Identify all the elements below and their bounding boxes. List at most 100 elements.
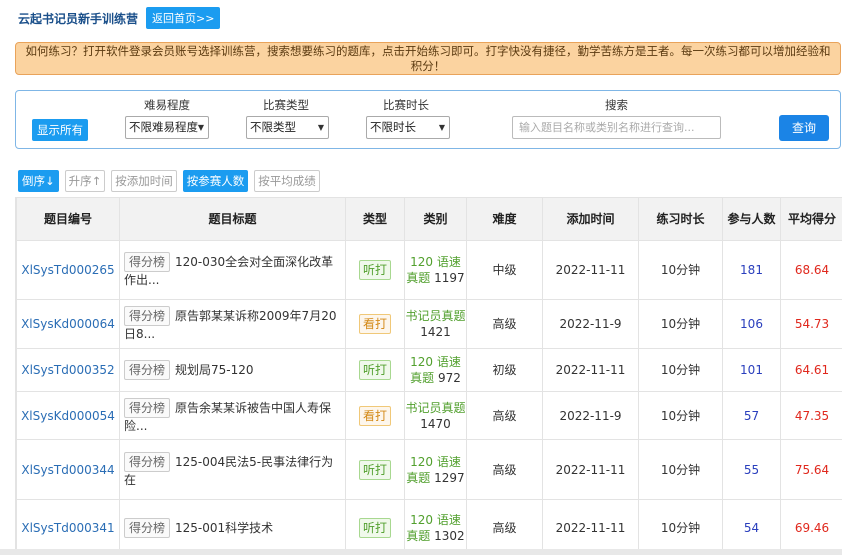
table-row: XlSysTd000341 得分榜 125-001科学技术 听打 120 语速真题 13… [16,499,842,550]
exercise-code-link[interactable]: XlSysTd000265 [16,240,120,300]
header-type: 类型 [345,197,405,241]
duration-cell: 10分钟 [638,391,723,440]
chevron-down-icon: ▼ [438,123,445,132]
leaderboard-button[interactable]: 得分榜 [124,451,171,472]
leaderboard-button[interactable]: 得分榜 [124,397,171,418]
added-time-cell: 2022-11-9 [542,299,639,349]
difficulty-cell: 中级 [466,240,543,300]
sort-asc-button[interactable]: 升序↑ [64,170,106,192]
category-count: 1470 [420,416,451,431]
category-cell: 120 语速真题 1297 [404,439,467,500]
leaderboard-button[interactable]: 得分榜 [124,306,171,326]
difficulty-cell: 高级 [466,299,543,349]
duration-select[interactable]: 不限时长 ▼ [366,116,450,139]
duration-cell: 10分钟 [638,439,723,500]
category-name: 书记员真题 [405,309,466,323]
type-cell: 看打 [345,299,405,349]
type-cell: 听打 [345,439,405,500]
avg-score-cell: 68.64 [780,240,842,300]
horizontal-scrollbar[interactable] [0,549,842,555]
added-time-cell: 2022-11-9 [542,391,639,440]
difficulty-cell: 高级 [466,499,543,550]
header-duration: 练习时长 [638,197,723,241]
category-cell: 书记员真题 1470 [404,391,467,440]
category-cell: 书记员真题 1421 [404,299,467,349]
exercise-code-link[interactable]: XlSysTd000352 [16,348,120,392]
leaderboard-button[interactable]: 得分榜 [124,252,171,272]
duration-cell: 10分钟 [638,299,723,349]
type-badge: 听打 [358,517,391,538]
avg-score-cell: 47.35 [780,391,842,440]
leaderboard-button[interactable]: 得分榜 [124,360,171,380]
table-row: XlSysKd000054 得分榜 原告余某某诉被告中国人寿保险... 看打 书记员真题… [16,391,842,440]
header-added-time: 添加时间 [542,197,639,241]
duration-cell: 10分钟 [638,240,723,300]
show-all-button[interactable]: 显示所有 [32,119,88,141]
avg-score-cell: 54.73 [780,299,842,349]
avg-score-cell: 69.46 [780,499,842,550]
leaderboard-button[interactable]: 得分榜 [124,517,171,538]
category-count: 1302 [434,528,465,543]
brand-title: 云起书记员新手训练营 [18,11,139,26]
title-cell: 得分榜 125-001科学技术 [119,499,346,550]
exercise-title: 规划局75-120 [175,363,254,377]
sort-by-participants-button[interactable]: 按参赛人数 [182,170,249,192]
difficulty-label: 难易程度 [144,98,190,112]
type-cell: 听打 [345,348,405,392]
category-count: 972 [437,371,461,385]
type-cell: 看打 [345,391,405,440]
type-badge: 听打 [358,260,391,280]
header-code: 题目编号 [16,197,120,241]
table-row: XlSysKd000064 得分榜 原告郭某某诉称2009年7月20日8... 看打书… [16,299,842,349]
header-difficulty: 难度 [466,197,543,241]
title-cell: 得分榜 原告余某某诉被告中国人寿保险... [119,391,346,440]
added-time-cell: 2022-11-11 [542,439,639,500]
exercise-code-link[interactable]: XlSysKd000064 [16,299,120,349]
exercise-code-link[interactable]: XlSysTd000344 [16,439,120,500]
category-count: 1421 [420,325,451,339]
match-type-select[interactable]: 不限类型 ▼ [246,116,329,139]
difficulty-cell: 初级 [466,348,543,392]
category-cell: 120 语速真题 972 [404,348,467,392]
participants-cell: 101 [722,348,781,392]
home-button[interactable]: 返回首页>> [146,7,221,29]
duration-label: 比赛时长 [383,98,429,112]
title-cell: 得分榜 规划局75-120 [119,348,346,392]
avg-score-cell: 64.61 [780,348,842,392]
difficulty-cell: 高级 [466,391,543,440]
type-badge: 看打 [358,314,391,334]
header-participants: 参与人数 [722,197,781,241]
title-cell: 得分榜 120-030全会对全面深化改革作出... [119,240,346,300]
type-badge: 听打 [358,360,391,380]
added-time-cell: 2022-11-11 [542,240,639,300]
participants-cell: 54 [722,499,781,550]
type-cell: 听打 [345,499,405,550]
title-cell: 得分榜 原告郭某某诉称2009年7月20日8... [119,299,346,349]
query-button[interactable]: 查询 [779,115,829,141]
search-input[interactable]: 输入题目名称或类别名称进行查询... [512,116,721,139]
search-label: 搜索 [605,98,628,112]
participants-cell: 106 [722,299,781,349]
type-badge: 看打 [358,405,391,426]
sort-by-score-button[interactable]: 按平均成绩 [254,170,320,192]
match-type-label: 比赛类型 [263,98,309,112]
duration-value: 不限时长 [370,120,416,134]
filter-panel: 显示所有 难易程度 不限难易程度 ▼ 比赛类型 不限类型 ▼ 比赛时长 不限时长… [15,90,841,149]
table-header-row: 题目编号 题目标题 类型 类别 难度 添加时间 练习时长 参与人数 平均得分 [16,197,842,241]
match-type-value: 不限类型 [250,120,296,134]
chevron-down-icon: ▼ [317,123,324,132]
added-time-cell: 2022-11-11 [542,499,639,550]
difficulty-select[interactable]: 不限难易程度 ▼ [125,116,209,139]
notice-banner: 如何练习？打开软件登录会员账号选择训练营，搜索想要练习的题库，点击开始练习即可。… [15,42,841,75]
top-bar: 云起书记员新手训练营 返回首页>> [18,7,221,29]
exercise-code-link[interactable]: XlSysKd000054 [16,391,120,440]
header-category: 类别 [404,197,467,241]
added-time-cell: 2022-11-11 [542,348,639,392]
exercise-code-link[interactable]: XlSysTd000341 [16,499,120,550]
sort-desc-button[interactable]: 倒序↓ [18,170,59,192]
exercise-table: 题目编号 题目标题 类型 类别 难度 添加时间 练习时长 参与人数 平均得分 X… [16,197,842,550]
sort-by-time-button[interactable]: 按添加时间 [111,170,177,192]
table-row: XlSysTd000352 得分榜 规划局75-120 听打 120 语速真题 972 初… [16,348,842,392]
table-row: XlSysTd000344 得分榜 125-004民法5-民事法律行为在 听打 120 … [16,439,842,500]
title-cell: 得分榜 125-004民法5-民事法律行为在 [119,439,346,500]
